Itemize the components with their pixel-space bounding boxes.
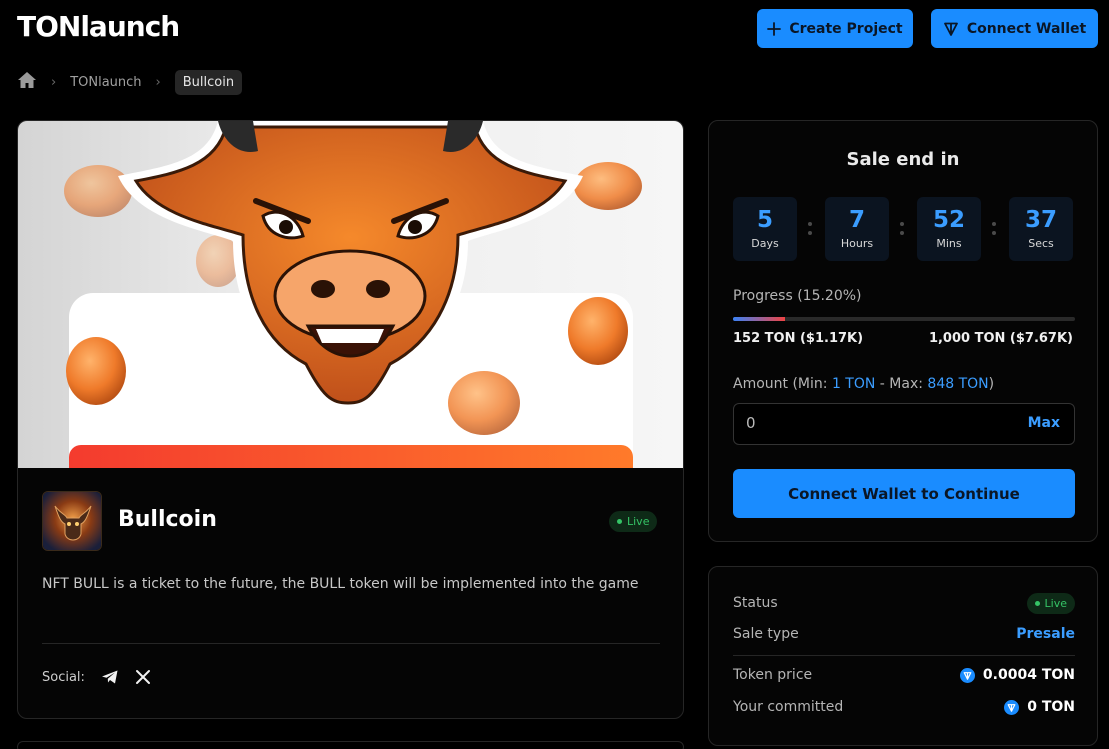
sale-details-card: Status Live Sale type Presale Token pric… (708, 566, 1098, 746)
token-price-value: 0.0004 TON (982, 667, 1075, 683)
project-banner-image (18, 121, 683, 468)
committed-key: Your committed (733, 699, 844, 715)
create-project-label: Create Project (789, 20, 903, 37)
status-badge: Live (609, 511, 658, 532)
project-description: NFT BULL is a ticket to the future, the … (42, 576, 639, 592)
detail-row-sale-type: Sale type Presale (733, 624, 1075, 646)
status-value: Live (1044, 597, 1067, 610)
countdown-days-value: 5 (756, 207, 773, 233)
live-dot-icon (1034, 601, 1040, 606)
amount-input[interactable] (746, 414, 996, 432)
committed: 0 TON (1004, 699, 1075, 715)
token-price: 0.0004 TON (959, 667, 1075, 683)
divider (42, 643, 660, 644)
live-dot-icon (617, 519, 622, 524)
amount-field: Max (733, 403, 1075, 445)
progress-bar (733, 317, 1075, 321)
sale-type-key: Sale type (733, 626, 799, 642)
next-card-edge (17, 741, 684, 749)
token-price-key: Token price (733, 667, 813, 683)
detail-row-committed: Your committed 0 TON (733, 697, 1075, 719)
create-project-button[interactable]: Create Project (757, 9, 913, 48)
countdown-mins-value: 52 (932, 207, 965, 233)
amount-min-value: 1 TON (831, 376, 876, 392)
ton-logo-icon (1004, 699, 1020, 715)
social-label: Social: (42, 669, 85, 685)
countdown-hours-label: Hours (840, 237, 874, 250)
countdown-secs-value: 37 (1024, 207, 1057, 233)
amount-label: Amount (Min: 1 TON - Max: 848 TON) (733, 376, 994, 392)
chevron-right-icon: › (155, 74, 161, 90)
amount-label-suffix: ) (988, 376, 995, 392)
max-button[interactable]: Max (1028, 415, 1060, 431)
divider (733, 655, 1075, 656)
breadcrumb-item-tonlaunch[interactable]: TONlaunch (70, 75, 141, 90)
connect-wallet-label: Connect Wallet (966, 20, 1087, 37)
countdown-separator (900, 221, 904, 237)
countdown-separator (992, 221, 996, 237)
progress-raised: 152 TON ($1.17K) (733, 331, 864, 346)
countdown-mins-label: Mins (936, 237, 962, 250)
countdown-mins: 52 Mins (917, 197, 981, 261)
sale-card: Sale end in 5 Days 7 Hours 52 Mins 37 Se… (708, 120, 1098, 542)
countdown-separator (808, 221, 812, 237)
project-card: Bullcoin Live NFT BULL is a ticket to th… (17, 120, 684, 719)
countdown-timer: 5 Days 7 Hours 52 Mins 37 Secs (733, 197, 1075, 261)
detail-row-status: Status Live (733, 593, 1075, 615)
countdown-secs-label: Secs (1028, 237, 1054, 250)
telegram-icon[interactable] (101, 669, 119, 685)
chevron-right-icon: › (51, 74, 57, 90)
project-name: Bullcoin (118, 507, 217, 532)
sale-title: Sale end in (846, 149, 960, 170)
countdown-hours: 7 Hours (825, 197, 889, 261)
countdown-secs: 37 Secs (1009, 197, 1073, 261)
status-key: Status (733, 595, 778, 611)
breadcrumb: › TONlaunch › Bullcoin (17, 68, 243, 96)
committed-value: 0 TON (1027, 699, 1075, 715)
plus-icon (767, 21, 782, 36)
progress-label: Progress (15.20%) (733, 288, 862, 304)
x-twitter-icon[interactable] (135, 669, 151, 685)
countdown-days-label: Days (751, 237, 779, 250)
amount-label-mid: - Max: (875, 376, 928, 392)
sale-type-value: Presale (1016, 626, 1075, 642)
progress-bar-fill (733, 317, 785, 321)
ton-logo-icon (959, 667, 975, 683)
amount-label-prefix: Amount (Min: (733, 376, 832, 392)
countdown-hours-value: 7 (848, 207, 865, 233)
home-icon[interactable] (17, 71, 37, 93)
breadcrumb-item-current: Bullcoin (174, 69, 243, 95)
status-badge-label: Live (627, 515, 650, 528)
progress-goal: 1,000 TON ($7.67K) (928, 331, 1073, 346)
project-avatar (42, 491, 102, 551)
amount-max-value: 848 TON (927, 376, 989, 392)
app-logo[interactable]: TONlaunch (17, 10, 180, 43)
detail-row-token-price: Token price 0.0004 TON (733, 665, 1075, 687)
top-header: TONlaunch Create Project Connect Wallet (0, 0, 1109, 56)
social-links: Social: (42, 669, 151, 685)
status-badge: Live (1026, 593, 1075, 614)
connect-wallet-continue-button[interactable]: Connect Wallet to Continue (733, 469, 1075, 518)
countdown-days: 5 Days (733, 197, 797, 261)
connect-wallet-button[interactable]: Connect Wallet (931, 9, 1098, 48)
ton-logo-icon (943, 21, 959, 37)
